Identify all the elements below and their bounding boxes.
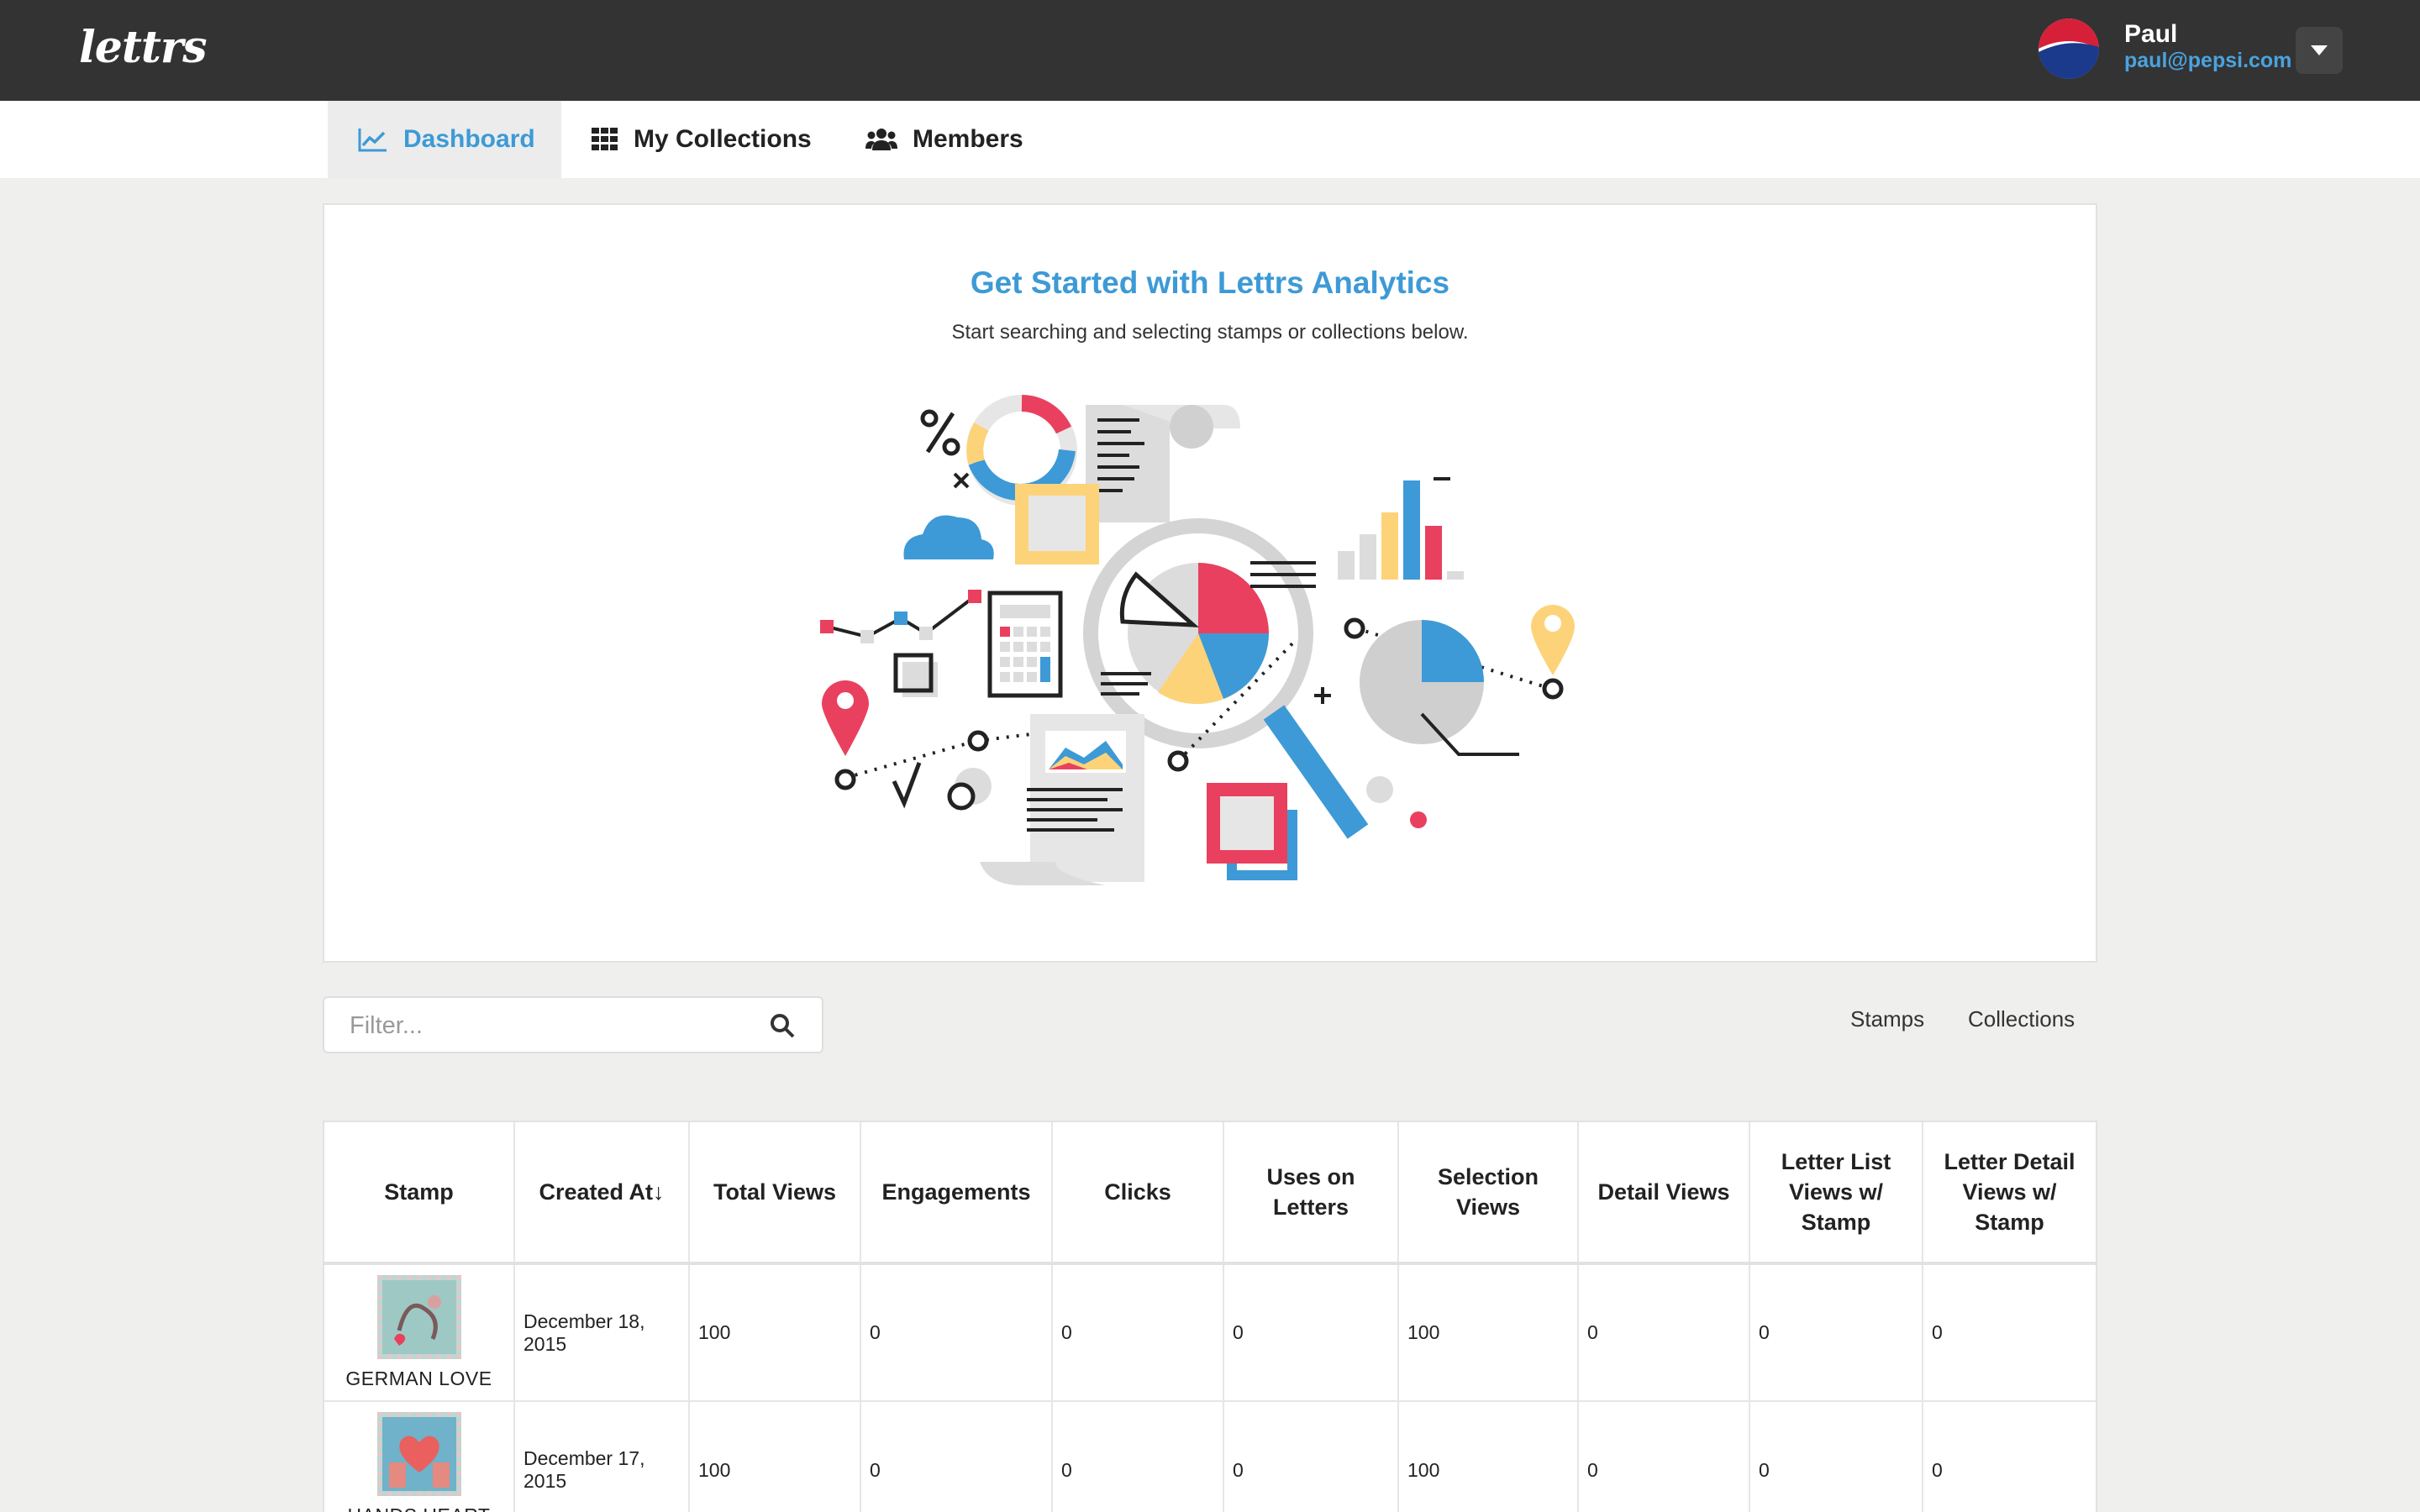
letter-detail-views-cell: 0 bbox=[1923, 1263, 2096, 1402]
selection-views-cell: 100 bbox=[1398, 1401, 1579, 1512]
stamp-image bbox=[381, 1417, 456, 1491]
column-header-selection-views[interactable]: Selection Views bbox=[1398, 1122, 1579, 1265]
table-header-row: Stamp Created At↓ Total Views Engagement… bbox=[324, 1122, 2096, 1265]
percent-symbol bbox=[920, 409, 960, 456]
lettrs-logo[interactable]: lettrs bbox=[79, 22, 208, 73]
document-icon bbox=[980, 714, 1144, 885]
column-header-letter-list-views[interactable]: Letter List Views w/ Stamp bbox=[1749, 1122, 1923, 1265]
bar-chart-icon bbox=[1338, 477, 1464, 580]
hero-title: Get Started with Lettrs Analytics bbox=[970, 265, 1450, 300]
uses-cell: 0 bbox=[1223, 1263, 1399, 1402]
filter-input[interactable] bbox=[350, 1010, 744, 1042]
table-row[interactable]: GERMAN LOVE December 18, 2015 100 0 0 0 … bbox=[324, 1263, 2096, 1402]
stamp-name: GERMAN LOVE bbox=[345, 1368, 492, 1389]
top-bar: lettrs Paul paul@pepsi.com bbox=[0, 0, 2420, 101]
created-at-cell: December 17, 2015 bbox=[514, 1401, 690, 1512]
filter-box bbox=[323, 996, 823, 1053]
letter-list-views-cell: 0 bbox=[1749, 1401, 1923, 1512]
tab-dashboard-label: Dashboard bbox=[403, 125, 535, 153]
column-header-uses-on-letters[interactable]: Uses on Letters bbox=[1223, 1122, 1399, 1265]
stamp-cell: GERMAN LOVE bbox=[324, 1263, 515, 1402]
nav-bar: Dashboard My Collections Members bbox=[0, 101, 2420, 178]
tab-members[interactable]: Members bbox=[865, 101, 1023, 178]
clicks-cell: 0 bbox=[1052, 1263, 1224, 1402]
detail-views-cell: 0 bbox=[1578, 1263, 1750, 1402]
stamp-thumbnail[interactable] bbox=[376, 1412, 461, 1496]
search-icon[interactable] bbox=[770, 1013, 795, 1038]
column-header-clicks[interactable]: Clicks bbox=[1052, 1122, 1224, 1265]
checkmark-icon bbox=[892, 762, 922, 809]
line-chart-icon bbox=[358, 129, 387, 152]
letter-detail-views-cell: 0 bbox=[1923, 1401, 2096, 1512]
stamps-table: Stamp Created At↓ Total Views Engagement… bbox=[323, 1121, 2097, 1512]
stamp-image bbox=[381, 1280, 456, 1354]
tab-my-collections[interactable]: My Collections bbox=[592, 101, 812, 178]
calculator-icon bbox=[987, 591, 1063, 698]
donut-chart-icon bbox=[966, 395, 1077, 506]
clicks-cell: 0 bbox=[1052, 1401, 1224, 1512]
engagements-cell: 0 bbox=[860, 1263, 1053, 1402]
column-header-engagements[interactable]: Engagements bbox=[860, 1122, 1053, 1265]
user-avatar[interactable] bbox=[2039, 18, 2099, 79]
tab-dashboard[interactable]: Dashboard bbox=[328, 101, 561, 178]
user-menu-button[interactable] bbox=[2296, 27, 2343, 74]
stamp-cell: HANDS HEART bbox=[324, 1401, 515, 1512]
red-pin-icon bbox=[822, 680, 869, 756]
uses-cell: 0 bbox=[1223, 1401, 1399, 1512]
column-header-detail-views[interactable]: Detail Views bbox=[1578, 1122, 1750, 1265]
users-icon bbox=[865, 129, 897, 150]
selection-views-cell: 100 bbox=[1398, 1263, 1579, 1402]
tab-members-label: Members bbox=[913, 125, 1023, 153]
small-pie-icon bbox=[1360, 620, 1519, 756]
logo-text: lettrs bbox=[79, 22, 208, 73]
total-views-cell: 100 bbox=[689, 1401, 861, 1512]
collections-toggle[interactable]: Collections bbox=[1968, 1006, 2075, 1032]
engagements-cell: 0 bbox=[860, 1401, 1053, 1512]
analytics-intro-card: Get Started with Lettrs Analytics Start … bbox=[323, 203, 2097, 963]
pepsi-logo-icon bbox=[2039, 18, 2099, 79]
grid-icon bbox=[592, 128, 618, 150]
user-email: paul@pepsi.com bbox=[2124, 49, 2292, 72]
created-at-cell: December 18, 2015 bbox=[514, 1263, 690, 1402]
analytics-illustration bbox=[820, 395, 1575, 885]
stamp-name: HANDS HEART bbox=[333, 1504, 505, 1512]
column-header-total-views[interactable]: Total Views bbox=[689, 1122, 861, 1265]
column-header-stamp[interactable]: Stamp bbox=[324, 1122, 515, 1265]
total-views-cell: 100 bbox=[689, 1263, 861, 1402]
letter-list-views-cell: 0 bbox=[1749, 1263, 1923, 1402]
x-mark bbox=[953, 472, 970, 489]
line-graph-icon bbox=[820, 590, 981, 643]
receipt-icon bbox=[1086, 405, 1240, 522]
column-header-created-at[interactable]: Created At↓ bbox=[514, 1122, 690, 1265]
stamp-thumbnail[interactable] bbox=[376, 1275, 461, 1359]
tab-my-collections-label: My Collections bbox=[634, 125, 812, 153]
column-header-letter-detail-views[interactable]: Letter Detail Views w/ Stamp bbox=[1923, 1122, 2096, 1265]
user-name: Paul bbox=[2124, 20, 2178, 48]
hero-subtitle: Start searching and selecting stamps or … bbox=[951, 321, 1469, 344]
plus-sign bbox=[1314, 687, 1331, 704]
cloud-icon bbox=[903, 515, 994, 559]
stamps-toggle[interactable]: Stamps bbox=[1850, 1006, 1924, 1032]
table-row[interactable]: HANDS HEART December 17, 2015 100 0 0 0 … bbox=[324, 1401, 2096, 1512]
caret-down-icon bbox=[2311, 45, 2328, 55]
detail-views-cell: 0 bbox=[1578, 1401, 1750, 1512]
